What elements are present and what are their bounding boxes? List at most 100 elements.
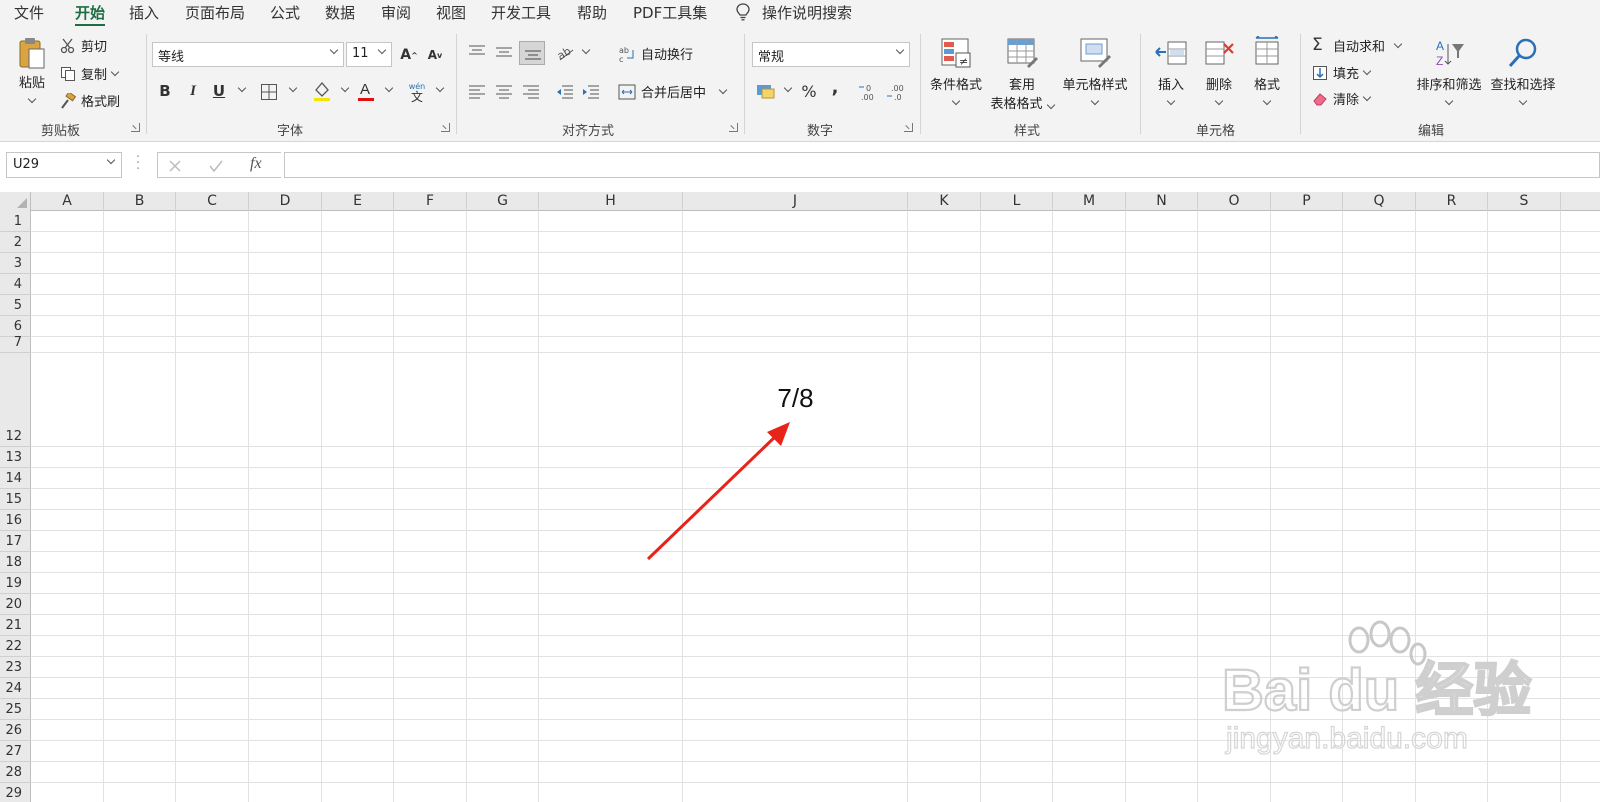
sort-filter-button[interactable]: A Z 排序和筛选 <box>1414 36 1484 106</box>
row-header-25[interactable]: 25 <box>0 699 31 720</box>
grow-font-button[interactable]: A ^ <box>398 44 420 66</box>
row-header-29[interactable]: 29 <box>0 783 31 802</box>
row-header-15[interactable]: 15 <box>0 489 31 510</box>
conditional-formatting-button[interactable]: ≠ 条件格式 <box>927 36 985 106</box>
merge-center-button[interactable]: 合并后居中 <box>618 82 728 101</box>
row-header-12[interactable]: 12 <box>0 353 31 447</box>
insert-cells-button[interactable]: 插入 <box>1150 36 1192 106</box>
column-header-q[interactable]: Q <box>1343 192 1416 211</box>
borders-dropdown-icon[interactable] <box>288 83 298 93</box>
row-header-17[interactable]: 17 <box>0 531 31 552</box>
tab-data[interactable]: 数据 <box>325 2 355 23</box>
find-select-button[interactable]: 查找和选择 <box>1486 36 1560 106</box>
copy-dropdown-icon[interactable] <box>110 67 120 77</box>
formula-bar-grip-icon[interactable]: · · · <box>136 151 140 176</box>
align-right-icon[interactable] <box>522 84 540 100</box>
tab-formulas[interactable]: 公式 <box>270 2 300 23</box>
tab-file[interactable]: 文件 <box>14 2 44 23</box>
column-header-f[interactable]: F <box>394 192 467 211</box>
clipboard-launcher-icon[interactable] <box>131 123 140 132</box>
formula-input[interactable] <box>284 152 1600 178</box>
row-header-22[interactable]: 22 <box>0 636 31 657</box>
align-bottom-button[interactable] <box>519 41 545 65</box>
row-header-4[interactable]: 4 <box>0 274 31 295</box>
tab-pdf-tools[interactable]: PDF工具集 <box>633 2 707 23</box>
delete-cells-button[interactable]: 删除 <box>1198 36 1240 106</box>
tell-me-search[interactable]: 操作说明搜索 <box>736 2 852 23</box>
tab-page-layout[interactable]: 页面布局 <box>185 2 245 23</box>
fill-dropdown-icon[interactable] <box>1362 66 1372 76</box>
column-header-b[interactable]: B <box>104 192 176 211</box>
fill-button[interactable]: 填充 <box>1312 63 1372 82</box>
underline-dropdown-icon[interactable] <box>237 83 247 93</box>
enter-icon[interactable] <box>208 159 224 173</box>
autosum-button[interactable]: Σ 自动求和 <box>1312 35 1403 55</box>
row-header-27[interactable]: 27 <box>0 741 31 762</box>
copy-button[interactable]: 复制 <box>60 64 120 83</box>
increase-decimal-icon[interactable]: 0.00 <box>858 82 880 102</box>
font-launcher-icon[interactable] <box>441 123 450 132</box>
fill-color-icon[interactable] <box>312 80 332 102</box>
format-as-table-button[interactable]: 套用 表格格式 <box>987 36 1057 112</box>
row-header-13[interactable]: 13 <box>0 447 31 468</box>
row-header-14[interactable]: 14 <box>0 468 31 489</box>
row-header-20[interactable]: 20 <box>0 594 31 615</box>
clear-dropdown-icon[interactable] <box>1362 92 1372 102</box>
font-name-select[interactable]: 等线 <box>152 42 344 67</box>
row-header-21[interactable]: 21 <box>0 615 31 636</box>
fill-color-dropdown-icon[interactable] <box>340 83 350 93</box>
shrink-font-button[interactable]: Av <box>424 44 446 66</box>
wrap-text-button[interactable]: ab c 自动换行 <box>618 44 693 64</box>
row-header-19[interactable]: 19 <box>0 573 31 594</box>
row-header-1[interactable]: 1 <box>0 211 31 232</box>
number-launcher-icon[interactable] <box>904 123 913 132</box>
percent-style-button[interactable]: % <box>798 80 820 102</box>
column-header-p[interactable]: P <box>1271 192 1343 211</box>
borders-icon[interactable] <box>260 83 278 101</box>
phonetic-dropdown-icon[interactable] <box>435 83 445 93</box>
column-header-e[interactable]: E <box>322 192 394 211</box>
column-header-k[interactable]: K <box>908 192 981 211</box>
column-header-r[interactable]: R <box>1416 192 1488 211</box>
cell-styles-button[interactable]: 单元格样式 <box>1058 36 1132 106</box>
row-header-23[interactable]: 23 <box>0 657 31 678</box>
tab-view[interactable]: 视图 <box>436 2 466 23</box>
row-header-18[interactable]: 18 <box>0 552 31 573</box>
column-header-g[interactable]: G <box>467 192 539 211</box>
format-painter-button[interactable]: 格式刷 <box>60 91 120 110</box>
font-size-select[interactable]: 11 <box>346 42 392 67</box>
column-header-m[interactable]: M <box>1053 192 1126 211</box>
accounting-format-icon[interactable] <box>756 82 776 100</box>
cell-j12[interactable]: 7/8 <box>683 383 908 414</box>
row-header-24[interactable]: 24 <box>0 678 31 699</box>
format-cells-button[interactable]: 格式 <box>1246 35 1288 106</box>
row-header-2[interactable]: 2 <box>0 232 31 253</box>
row-header-28[interactable]: 28 <box>0 762 31 783</box>
tab-review[interactable]: 审阅 <box>381 2 411 23</box>
select-all-button[interactable] <box>0 192 31 211</box>
column-header-a[interactable]: A <box>31 192 104 211</box>
align-top-icon[interactable] <box>468 44 486 60</box>
font-color-icon[interactable]: A <box>356 80 376 102</box>
number-format-select[interactable]: 常规 <box>752 42 910 67</box>
autosum-dropdown-icon[interactable] <box>1393 39 1403 48</box>
row-header-16[interactable]: 16 <box>0 510 31 531</box>
column-header-j[interactable]: J <box>683 192 908 211</box>
column-header-s[interactable]: S <box>1488 192 1561 211</box>
align-center-icon[interactable] <box>495 84 513 100</box>
column-header-h[interactable]: H <box>539 192 683 211</box>
cut-button[interactable]: 剪切 <box>60 36 107 55</box>
tab-help[interactable]: 帮助 <box>577 2 607 23</box>
orientation-icon[interactable]: ab <box>556 44 576 62</box>
row-header-5[interactable]: 5 <box>0 295 31 316</box>
font-color-dropdown-icon[interactable] <box>384 83 394 93</box>
align-middle-icon[interactable] <box>495 44 513 60</box>
underline-button[interactable]: U <box>208 80 230 102</box>
align-left-icon[interactable] <box>468 84 486 100</box>
column-header-o[interactable]: O <box>1198 192 1271 211</box>
tab-home[interactable]: 开始 <box>75 2 106 27</box>
decrease-decimal-icon[interactable]: .00.0 <box>886 82 908 102</box>
row-header-3[interactable]: 3 <box>0 253 31 274</box>
accounting-dropdown-icon[interactable] <box>783 83 793 93</box>
tab-insert[interactable]: 插入 <box>129 2 159 23</box>
